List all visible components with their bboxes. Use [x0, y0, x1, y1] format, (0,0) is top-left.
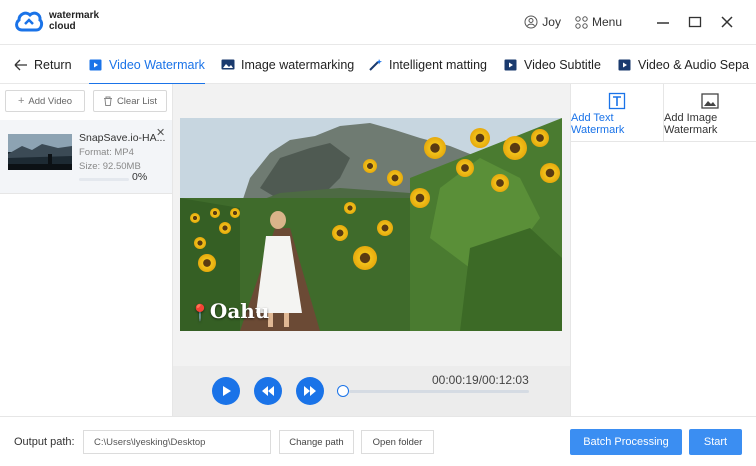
- user-name: Joy: [542, 15, 561, 29]
- clear-list-button[interactable]: Clear List: [93, 90, 167, 112]
- app-logo: watermark cloud: [14, 8, 99, 34]
- watermark-label: Oahu: [209, 299, 270, 323]
- feature-tab-bar: Return Video Watermark Image watermarkin…: [0, 44, 756, 85]
- add-video-label: Add Video: [28, 95, 73, 107]
- logo-line-2: cloud: [49, 21, 76, 32]
- video-preview-area: 📍Oahu: [173, 84, 570, 366]
- rewind-button[interactable]: [254, 377, 282, 405]
- menu-label: Menu: [591, 15, 622, 29]
- fast-forward-icon: [304, 386, 316, 396]
- user-account[interactable]: Joy: [524, 15, 561, 29]
- menu-button[interactable]: Menu: [575, 15, 622, 29]
- image-tab-line-1: Add Image: [664, 112, 718, 124]
- minimize-icon: [657, 22, 669, 24]
- play-button[interactable]: [212, 377, 240, 405]
- image-tab-line-2: Watermark: [664, 124, 718, 136]
- output-path-label: Output path:: [14, 436, 75, 448]
- play-icon: [223, 386, 231, 396]
- output-footer: Output path: C:\Users\lyesking\Desktop C…: [0, 416, 756, 466]
- timeline-scrubber[interactable]: [337, 385, 349, 397]
- tab-add-image-watermark[interactable]: Add Image Watermark: [663, 84, 756, 142]
- tab-return[interactable]: Return: [14, 45, 72, 84]
- title-bar: watermark cloud Joy Menu: [0, 0, 756, 44]
- cloud-logo-icon: [15, 11, 44, 32]
- watermark-text: 📍Oahu: [190, 299, 269, 323]
- maximize-button[interactable]: [686, 13, 704, 31]
- remove-file-button[interactable]: ✕: [156, 126, 165, 139]
- magic-wand-icon: [369, 59, 382, 71]
- user-icon: [524, 15, 538, 29]
- file-progress-bar: [79, 178, 129, 181]
- clear-list-label: Clear List: [116, 95, 158, 107]
- arrow-left-icon: [14, 59, 27, 70]
- tab-video-watermark[interactable]: Video Watermark: [89, 45, 205, 85]
- text-tool-icon: [608, 92, 626, 110]
- file-list-panel: + Add Video Clear List SnapSave.io-HA...…: [0, 84, 173, 416]
- timeline-track[interactable]: [349, 390, 529, 393]
- plus-icon: +: [17, 95, 25, 107]
- fast-forward-button[interactable]: [296, 377, 324, 405]
- tab-image-watermarking[interactable]: Image watermarking: [221, 45, 354, 84]
- change-path-button[interactable]: Change path: [279, 430, 354, 454]
- image-icon: [221, 59, 235, 70]
- file-list-item[interactable]: SnapSave.io-HA... Format: MP4 Size: 92.5…: [0, 120, 172, 194]
- video-watermark-icon: [89, 59, 102, 71]
- file-format: Format: MP4: [79, 147, 134, 158]
- open-folder-button[interactable]: Open folder: [361, 430, 434, 454]
- tab-label: Return: [34, 57, 72, 72]
- tab-label: Image watermarking: [241, 57, 355, 72]
- tab-label: Video Subtitle: [524, 57, 601, 72]
- pin-icon: 📍: [190, 303, 210, 322]
- tab-add-text-watermark[interactable]: Add Text Watermark: [571, 84, 664, 142]
- close-button[interactable]: [718, 13, 736, 31]
- thumbnail-image: [8, 134, 72, 170]
- start-button[interactable]: Start: [689, 429, 742, 455]
- text-tab-line-2: Watermark: [571, 124, 625, 136]
- batch-processing-button[interactable]: Batch Processing: [570, 429, 682, 455]
- playback-controls: 00:00:19/00:12:03: [173, 366, 570, 416]
- tab-video-audio-separation[interactable]: Video & Audio Sepa: [618, 45, 749, 84]
- file-progress-text: 0%: [132, 171, 148, 183]
- video-thumbnail: [8, 134, 72, 170]
- time-readout: 00:00:19/00:12:03: [432, 373, 529, 387]
- image-tool-icon: [701, 93, 719, 109]
- maximize-icon: [688, 16, 702, 28]
- video-frame[interactable]: 📍Oahu: [180, 118, 562, 331]
- tab-label: Video & Audio Sepa: [638, 57, 749, 72]
- grid-icon: [575, 15, 588, 29]
- rewind-icon: [262, 386, 274, 396]
- output-path-field[interactable]: C:\Users\lyesking\Desktop: [83, 430, 271, 454]
- file-name: SnapSave.io-HA...: [79, 132, 166, 144]
- audio-separate-icon: [618, 59, 631, 71]
- text-tab-line-1: Add Text: [571, 112, 614, 124]
- tab-intelligent-matting[interactable]: Intelligent matting: [369, 45, 487, 84]
- minimize-button[interactable]: [654, 13, 672, 31]
- trash-icon: [103, 96, 112, 106]
- add-video-button[interactable]: + Add Video: [5, 90, 85, 112]
- tab-label: Video Watermark: [109, 57, 205, 72]
- tab-video-subtitle[interactable]: Video Subtitle: [504, 45, 601, 84]
- close-icon: [721, 16, 733, 28]
- logo-line-1: watermark: [49, 10, 100, 21]
- watermark-options-panel: Add Text Watermark Add Image Watermark: [570, 84, 756, 416]
- subtitle-icon: [504, 59, 517, 71]
- tab-label: Intelligent matting: [389, 57, 487, 72]
